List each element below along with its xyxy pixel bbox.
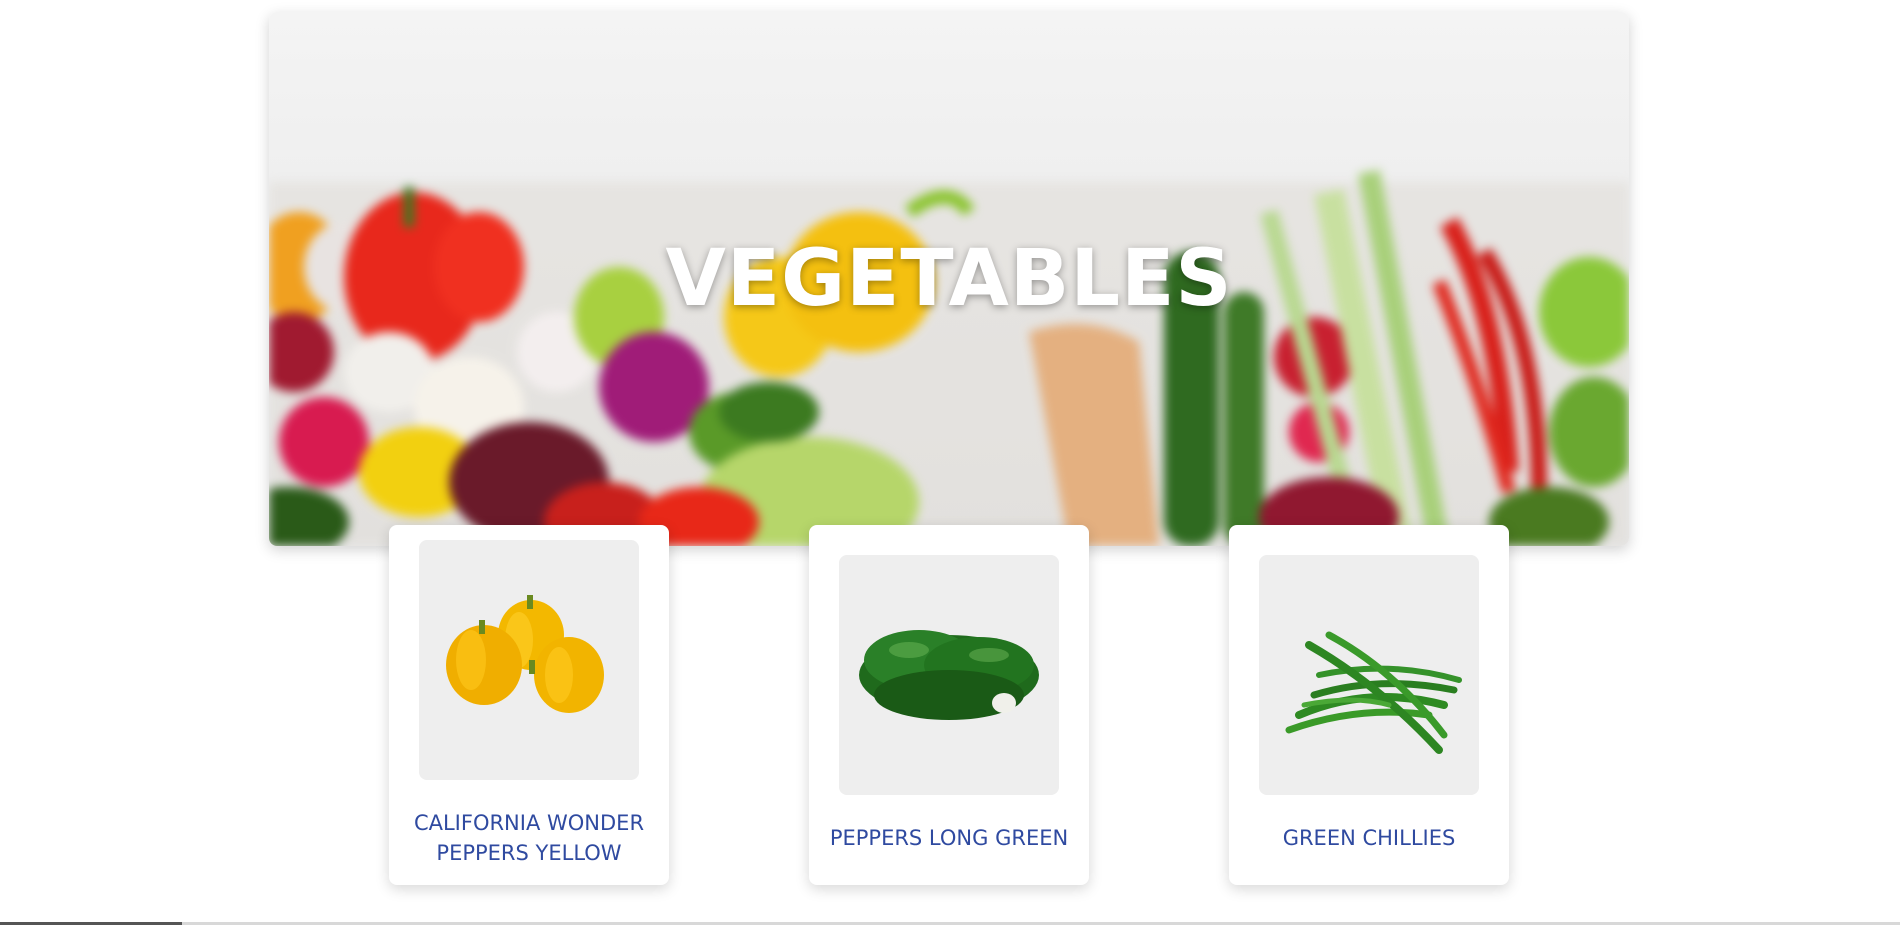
product-card-california-wonder-peppers-yellow[interactable]: CALIFORNIA WONDER PEPPERS YELLOW [389,525,669,885]
hero-title: VEGETABLES [665,234,1233,324]
product-name[interactable]: PEPPERS LONG GREEN [819,823,1079,853]
product-image[interactable] [419,540,639,780]
product-image[interactable] [1259,555,1479,795]
product-name[interactable]: CALIFORNIA WONDER PEPPERS YELLOW [399,808,659,868]
product-card-peppers-long-green[interactable]: PEPPERS LONG GREEN [809,525,1089,885]
product-card-green-chillies[interactable]: GREEN CHILLIES [1229,525,1509,885]
green-peppers-icon [859,630,1039,720]
page: VEGETABLES CALIFORNIA WONDER PEPPERS YEL… [0,0,1900,925]
yellow-peppers-icon [446,595,604,713]
hero-banner: VEGETABLES [269,12,1629,546]
product-name[interactable]: GREEN CHILLIES [1239,823,1499,853]
product-image[interactable] [839,555,1059,795]
green-chillies-icon [1285,631,1462,754]
